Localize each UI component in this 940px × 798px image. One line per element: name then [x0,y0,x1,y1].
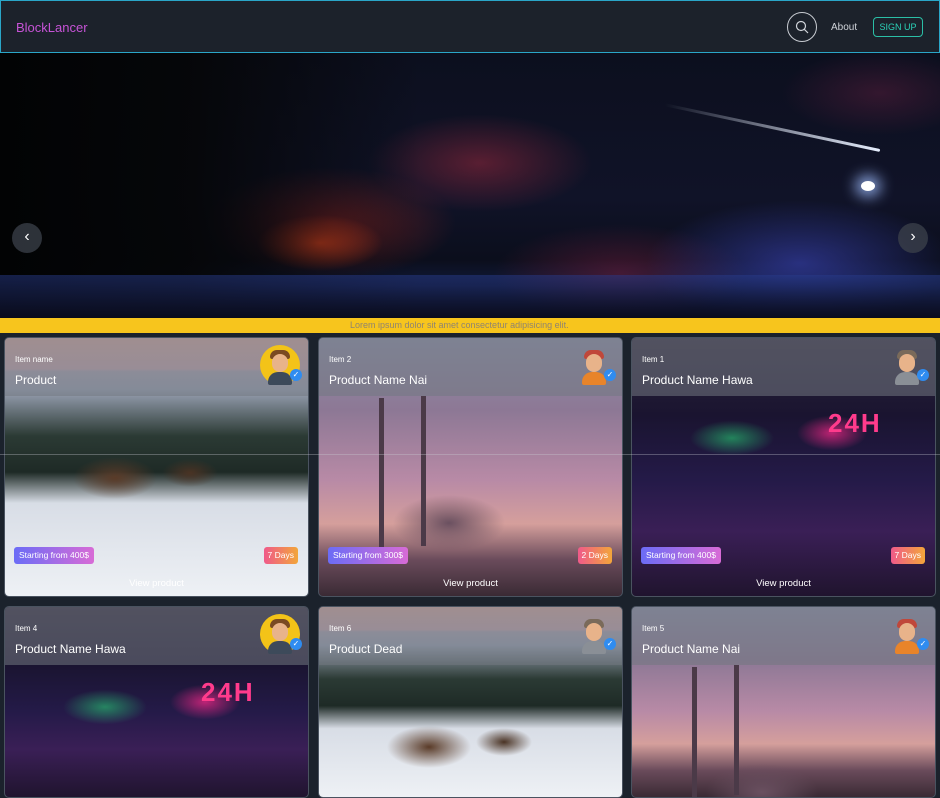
card-item-name: Item 6 [329,624,352,633]
view-product-link[interactable]: View product [632,578,935,589]
announcement-bar: Lorem ipsum dolor sit amet consectetur a… [0,318,940,333]
product-card[interactable]: 24H Item 4 Product Name Hawa ✓ [4,606,309,798]
search-icon [795,20,809,34]
avatar: ✓ [574,345,616,385]
search-button[interactable] [787,12,817,42]
verified-icon: ✓ [604,638,616,650]
brand-logo[interactable]: BlockLancer [16,20,88,35]
verified-icon: ✓ [290,638,302,650]
product-card[interactable]: Item name Product ✓ Starting from 400$ 7… [4,337,309,597]
card-item-name: Item name [15,355,53,364]
card-item-name: Item 5 [642,624,665,633]
price-badge: Starting from 400$ [14,547,94,564]
product-card[interactable]: Item 6 Product Dead ✓ [318,606,623,798]
avatar: ✓ [260,614,302,654]
price-badge: Starting from 300$ [328,547,408,564]
avatar: ✓ [887,614,929,654]
card-item-name: Item 1 [642,355,665,364]
card-item-name: Item 2 [329,355,352,364]
carousel-next-button[interactable]: › [898,223,928,253]
verified-icon: ✓ [917,638,929,650]
signup-button[interactable]: SIGN UP [873,17,923,37]
verified-icon: ✓ [290,369,302,381]
card-item-name: Item 4 [15,624,38,633]
view-product-link[interactable]: View product [319,578,622,589]
card-product-name: Product Name Nai [329,373,428,387]
product-card[interactable]: Item 5 Product Name Nai ✓ [631,606,936,798]
nav-about-link[interactable]: About [831,22,857,33]
card-product-name: Product Name Hawa [15,642,126,656]
hero-meteor [664,103,881,152]
view-product-link[interactable]: View product [5,578,308,589]
verified-icon: ✓ [917,369,929,381]
navbar: BlockLancer About SIGN UP [0,0,940,53]
announcement-text: Lorem ipsum dolor sit amet consectetur a… [350,320,569,330]
delivery-days-badge: 2 Days [577,547,612,564]
carousel-prev-button[interactable]: ‹ [12,223,42,253]
verified-icon: ✓ [604,369,616,381]
hero-image-water [0,275,940,318]
price-badge: Starting from 400$ [641,547,721,564]
delivery-days-badge: 7 Days [263,547,298,564]
avatar: ✓ [574,614,616,654]
avatar: ✓ [887,345,929,385]
card-product-name: Product [15,373,57,387]
hero-carousel: ‹ › [0,53,940,318]
product-card[interactable]: Item 2 Product Name Nai ✓ Starting from … [318,337,623,597]
card-product-name: Product Name Nai [642,642,741,656]
neon-sign: 24H [201,677,255,707]
card-product-name: Product Name Hawa [642,373,753,387]
neon-sign: 24H [828,408,882,438]
product-card[interactable]: 24H Item 1 Product Name Hawa ✓ Starting … [631,337,936,597]
card-product-name: Product Dead [329,642,403,656]
delivery-days-badge: 7 Days [890,547,925,564]
avatar: ✓ [260,345,302,385]
